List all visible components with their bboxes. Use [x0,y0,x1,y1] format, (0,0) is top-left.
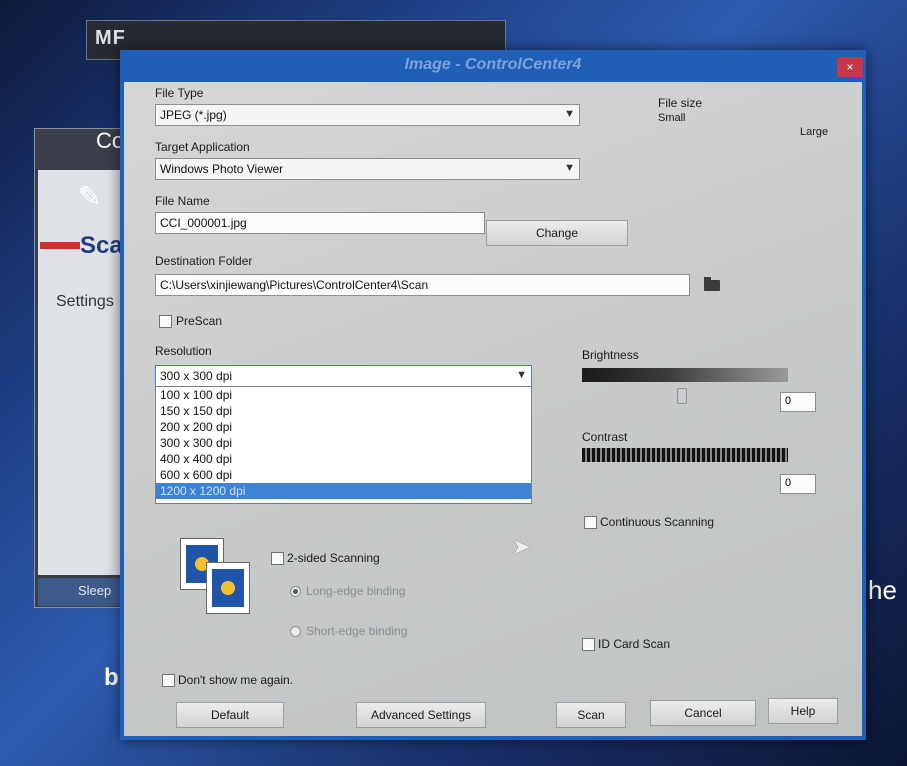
two-sided-scanning-checkbox[interactable] [271,552,284,565]
background-right-text: he [868,575,897,605]
chevron-down-icon: ▼ [564,108,575,120]
target-application-select[interactable]: Windows Photo Viewer ▼ [155,158,580,180]
resolution-option-highlighted[interactable]: 1200 x 1200 dpi [156,483,531,499]
cancel-button[interactable]: Cancel [650,700,756,726]
resolution-option[interactable]: 100 x 100 dpi [156,387,531,403]
advanced-settings-button[interactable]: Advanced Settings [356,702,486,728]
resolution-label: Resolution [155,344,212,358]
background-sleep-button[interactable]: Sleep [38,578,132,606]
help-button[interactable]: Help [768,698,838,724]
default-button[interactable]: Default [176,702,284,728]
long-edge-binding-label: Long-edge binding [306,584,406,598]
brightness-slider-thumb[interactable] [677,388,687,404]
mouse-cursor-icon: ➤ [512,534,531,559]
close-button[interactable]: × [837,57,863,77]
scan-settings-dialog: Image - ControlCenter4 × File Type JPEG … [120,50,866,740]
file-type-label: File Type [155,86,204,100]
contrast-slider[interactable] [582,448,788,462]
background-app-panel [38,170,132,575]
id-card-scan-label: ID Card Scan [598,637,671,651]
resolution-option[interactable]: 600 x 600 dpi [156,467,531,483]
dont-show-again-label: Don't show me again. [178,673,294,687]
chevron-down-icon: ▼ [564,162,575,174]
long-edge-binding-radio[interactable] [290,586,301,597]
id-card-scan-checkbox[interactable] [582,638,595,651]
resolution-value: 300 x 300 dpi [160,369,233,383]
close-icon: × [846,60,854,74]
resolution-option[interactable]: 300 x 300 dpi [156,435,531,451]
destination-folder-label: Destination Folder [155,254,253,268]
continuous-scanning-label: Continuous Scanning [600,515,715,529]
target-application-label: Target Application [155,140,250,154]
file-size-label: File size [658,96,703,110]
prescan-checkbox[interactable] [159,315,172,328]
background-window-title: MF [95,27,126,49]
short-edge-binding-label: Short-edge binding [306,624,408,638]
file-name-value: CCI_000001.jpg [160,216,247,230]
background-scanner-icon: ✎ [78,181,102,212]
resolution-option[interactable]: 150 x 150 dpi [156,403,531,419]
dialog-titlebar[interactable]: Image - ControlCenter4 × [120,50,866,80]
dialog-body: File Type JPEG (*.jpg) ▼ File size Small… [124,82,862,736]
dont-show-again-checkbox[interactable] [162,674,175,687]
destination-folder-value: C:\Users\xinjiewang\Pictures\ControlCent… [160,278,429,292]
two-sided-scanning-icon [180,538,252,618]
file-name-label: File Name [155,194,210,208]
contrast-value: 0 [785,477,792,489]
resolution-select[interactable]: 300 x 300 dpi ▼ [155,365,532,387]
resolution-option[interactable]: 200 x 200 dpi [156,419,531,435]
background-scan-tab[interactable]: Sca [80,232,123,260]
file-size-large-label: Large [800,126,829,138]
brightness-label: Brightness [582,348,639,362]
file-name-field[interactable]: CCI_000001.jpg [155,212,485,234]
contrast-value-field[interactable]: 0 [780,474,816,494]
contrast-label: Contrast [582,430,628,444]
chevron-down-icon: ▼ [516,369,527,381]
brightness-value-field[interactable]: 0 [780,392,816,412]
prescan-label: PreScan [176,314,223,328]
folder-browse-icon[interactable] [704,276,722,292]
target-application-value: Windows Photo Viewer [160,162,284,176]
background-text-fragment: b [104,664,119,691]
scan-button[interactable]: Scan [556,702,626,728]
short-edge-binding-radio[interactable] [290,626,301,637]
background-settings-label: Settings [56,293,114,310]
continuous-scanning-checkbox[interactable] [584,516,597,529]
background-scan-accent [40,242,80,249]
file-size-small-label: Small [658,112,686,124]
file-type-value: JPEG (*.jpg) [160,108,227,122]
destination-folder-field[interactable]: C:\Users\xinjiewang\Pictures\ControlCent… [155,274,690,296]
resolution-option[interactable]: 400 x 400 dpi [156,451,531,467]
resolution-dropdown-list: 100 x 100 dpi 150 x 150 dpi 200 x 200 dp… [155,386,532,504]
dialog-title: Image - ControlCenter4 [404,56,582,73]
file-type-select[interactable]: JPEG (*.jpg) ▼ [155,104,580,126]
two-sided-scanning-label: 2-sided Scanning [287,551,380,565]
brightness-value: 0 [785,395,792,407]
change-button[interactable]: Change [486,220,628,246]
brightness-slider[interactable] [582,368,788,382]
